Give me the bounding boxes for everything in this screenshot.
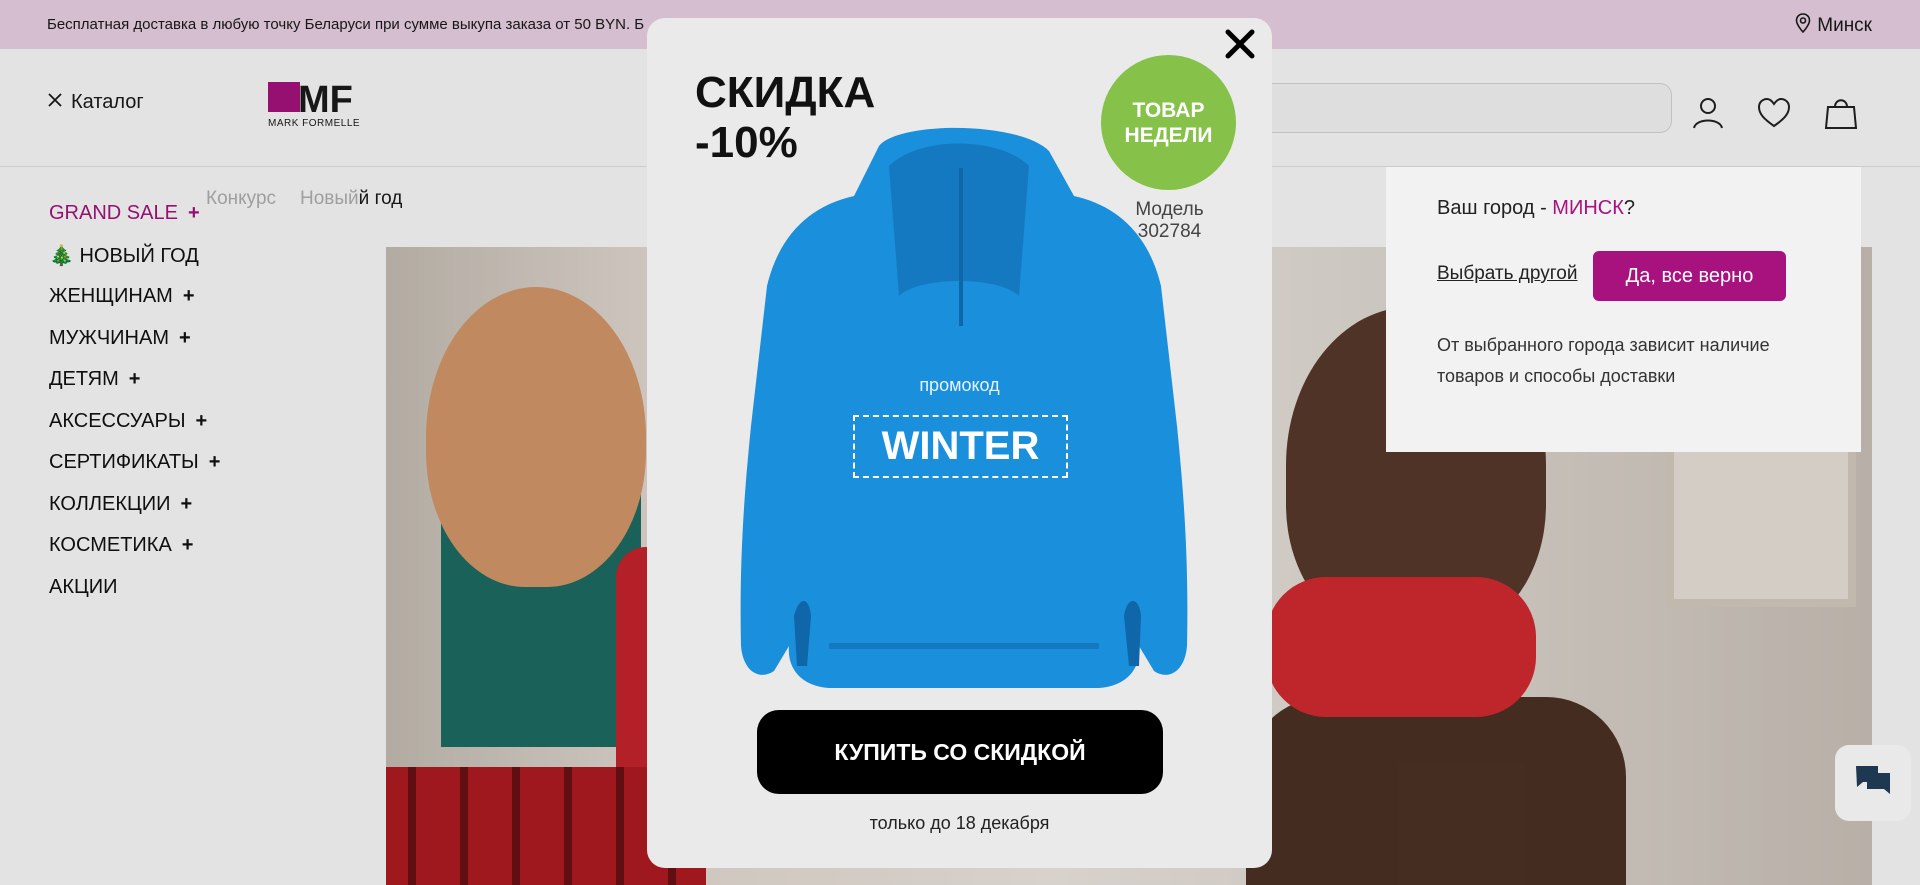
city-question: Ваш город - МИНСК? [1437,197,1635,220]
close-icon[interactable] [1218,22,1262,66]
model-label: Модель 302784 [1102,199,1237,243]
promo-modal: СКИДКА -10% ТОВАР НЕДЕЛИ Модель 302784 п… [647,18,1272,868]
badge-line2: НЕДЕЛИ [1124,123,1213,147]
model-label-text: Модель [1135,199,1204,220]
offer-deadline-text: только до 18 декабря [869,813,1050,833]
promo-code-label: промокод [919,375,1000,395]
buy-with-discount-button[interactable]: КУПИТЬ СО СКИДКОЙ [757,710,1163,794]
promo-title: СКИДКА -10% [695,68,875,168]
choose-other-city-link[interactable]: Выбрать другой [1437,263,1577,285]
promo-title-line2: -10% [695,118,798,167]
city-confirm-popup: Ваш город - МИНСК? Выбрать другой Да, вс… [1386,167,1861,452]
promo-code: WINTER [853,415,1068,478]
badge-line1: ТОВАР [1132,98,1205,122]
city-note-text: От выбранного города зависит наличие тов… [1437,335,1770,386]
city-question-prefix: Ваш город - [1437,197,1553,219]
chat-icon [1853,763,1893,804]
confirm-city-button[interactable]: Да, все верно [1593,251,1786,301]
city-question-name: МИНСК [1552,197,1624,219]
promo-title-line1: СКИДКА [695,68,876,117]
model-number: 302784 [1137,221,1202,242]
chat-button[interactable] [1835,745,1911,821]
product-of-week-badge: ТОВАР НЕДЕЛИ [1101,55,1236,190]
city-question-suffix: ? [1623,197,1635,219]
